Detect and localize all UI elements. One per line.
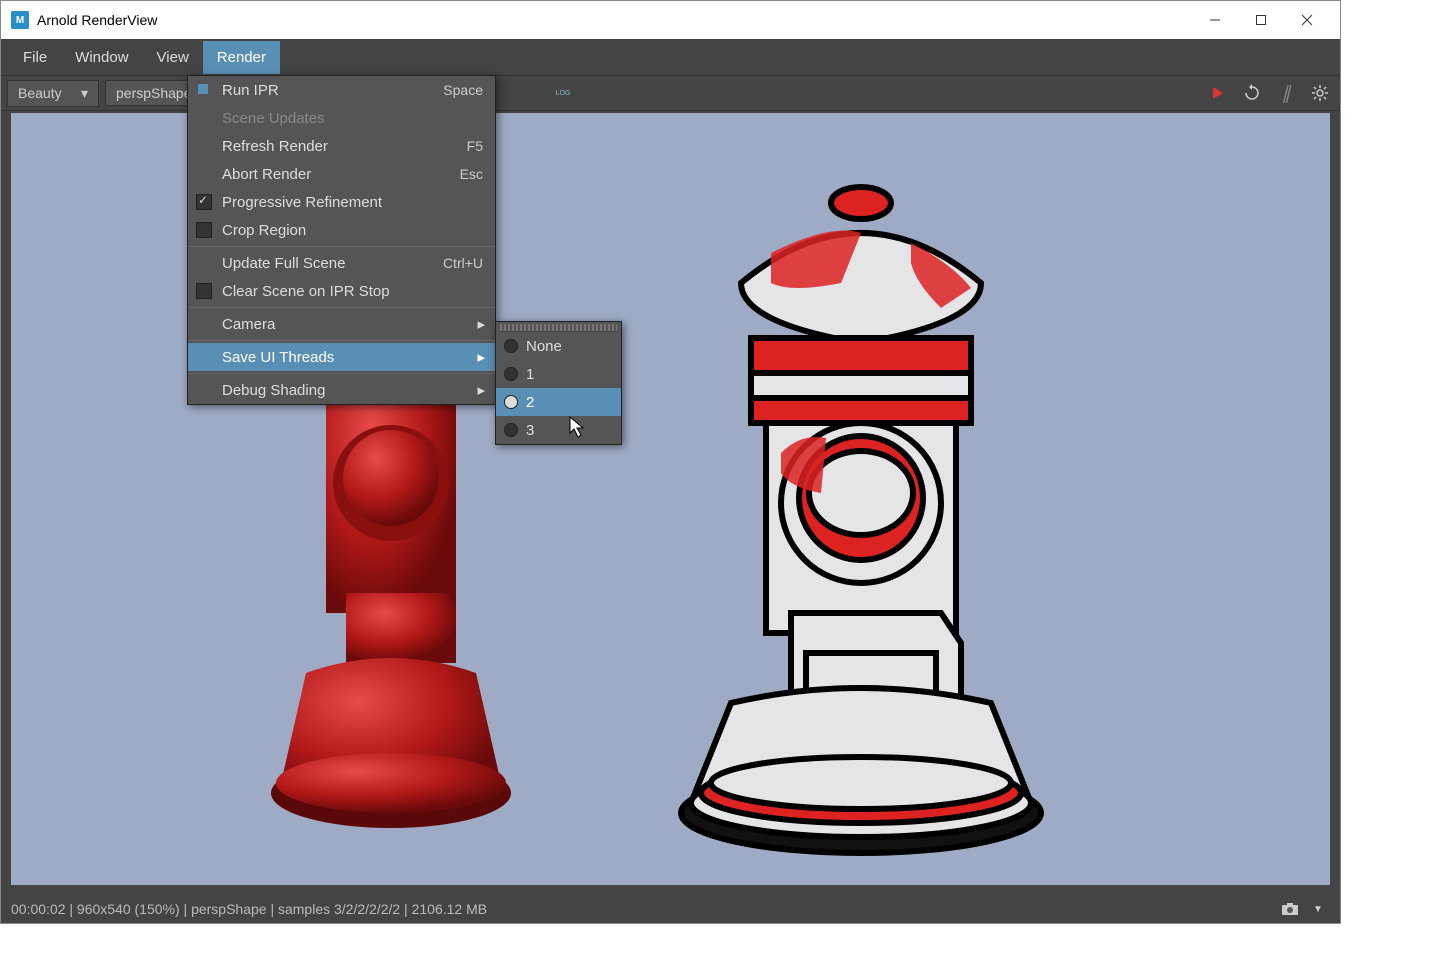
status-text: 00:00:02 | 960x540 (150%) | perspShape |…	[11, 901, 487, 917]
menu-item-shortcut: Ctrl+U	[443, 255, 483, 271]
menu-camera[interactable]: Camera ▸	[188, 310, 495, 338]
menu-separator	[188, 307, 495, 308]
menu-item-label: Scene Updates	[222, 110, 325, 127]
menu-separator	[188, 246, 495, 247]
menu-item-label: Refresh Render	[222, 138, 328, 155]
radio-icon	[504, 395, 518, 409]
app-window: M Arnold RenderView File Window View Ren…	[0, 0, 1341, 924]
gear-icon[interactable]	[1306, 79, 1334, 107]
checkbox-icon	[196, 222, 212, 238]
menu-update-full-scene[interactable]: Update Full Scene Ctrl+U	[188, 249, 495, 277]
chevron-right-icon: ▸	[477, 381, 485, 399]
aov-label: Beauty	[18, 85, 62, 101]
checkbox-icon	[196, 283, 212, 299]
menu-refresh-render[interactable]: Refresh Render F5	[188, 132, 495, 160]
submenu-item-label: 3	[526, 422, 534, 439]
window-title: Arnold RenderView	[37, 12, 1192, 28]
submenu-item-label: None	[526, 338, 562, 355]
menu-item-label: Camera	[222, 316, 275, 333]
debug-icon[interactable]: ∥	[1272, 79, 1300, 107]
refresh-icon[interactable]	[1238, 79, 1266, 107]
chevron-right-icon: ▸	[477, 315, 485, 333]
menu-crop-region[interactable]: Crop Region	[188, 216, 495, 244]
window-controls	[1192, 2, 1330, 38]
checkbox-icon	[196, 194, 212, 210]
titlebar: M Arnold RenderView	[1, 1, 1340, 39]
menu-scene-updates: Scene Updates	[188, 104, 495, 132]
threads-option-1[interactable]: 1	[496, 360, 621, 388]
chevron-down-icon[interactable]: ▼	[1306, 898, 1330, 920]
maximize-button[interactable]	[1238, 2, 1284, 38]
radio-icon	[504, 367, 518, 381]
menu-item-label: Save UI Threads	[222, 349, 334, 366]
threads-option-2[interactable]: 2	[496, 388, 621, 416]
camera-dropdown[interactable]: perspShape	[105, 80, 197, 106]
menu-progressive-refinement[interactable]: Progressive Refinement	[188, 188, 495, 216]
minimize-button[interactable]	[1192, 2, 1238, 38]
menu-item-label: Crop Region	[222, 222, 306, 239]
menu-separator	[188, 373, 495, 374]
menu-save-ui-threads[interactable]: Save UI Threads ▸	[188, 343, 495, 371]
aov-dropdown[interactable]: Beauty ▾	[7, 80, 99, 107]
camera-label: perspShape	[116, 85, 192, 101]
menu-item-label: Progressive Refinement	[222, 194, 382, 211]
menu-window[interactable]: Window	[61, 41, 142, 74]
threads-option-none[interactable]: None	[496, 332, 621, 360]
menubar: File Window View Render	[1, 39, 1340, 75]
chevron-down-icon: ▾	[81, 85, 88, 102]
menu-debug-shading[interactable]: Debug Shading ▸	[188, 376, 495, 404]
menu-file[interactable]: File	[9, 41, 61, 74]
menu-item-label: Update Full Scene	[222, 255, 345, 272]
camera-snap-icon[interactable]	[1278, 898, 1302, 920]
menu-item-label: Run IPR	[222, 82, 279, 99]
submenu-item-label: 2	[526, 394, 534, 411]
menu-clear-scene-on-ipr-stop[interactable]: Clear Scene on IPR Stop	[188, 277, 495, 305]
statusbar: 00:00:02 | 960x540 (150%) | perspShape |…	[1, 895, 1340, 923]
chevron-right-icon: ▸	[477, 348, 485, 366]
render-dropdown-menu: Run IPR Space Scene Updates Refresh Rend…	[187, 75, 496, 405]
menu-item-shortcut: Esc	[460, 166, 483, 182]
app-icon: M	[11, 11, 29, 29]
submenu-grip[interactable]	[500, 324, 617, 332]
menu-item-label: Clear Scene on IPR Stop	[222, 283, 390, 300]
render-object-right	[651, 143, 1071, 873]
menu-view[interactable]: View	[143, 41, 203, 74]
log-icon[interactable]: LOG	[549, 79, 577, 107]
menu-separator	[188, 340, 495, 341]
save-ui-threads-submenu: None 1 2 3	[495, 321, 622, 445]
radio-icon	[504, 339, 518, 353]
menu-run-ipr[interactable]: Run IPR Space	[188, 76, 495, 104]
menu-item-shortcut: Space	[443, 82, 483, 98]
menu-item-label: Abort Render	[222, 166, 311, 183]
menu-item-shortcut: F5	[467, 138, 483, 154]
submenu-item-label: 1	[526, 366, 534, 383]
menu-render[interactable]: Render	[203, 41, 280, 74]
threads-option-3[interactable]: 3	[496, 416, 621, 444]
play-icon[interactable]	[1204, 79, 1232, 107]
menu-item-label: Debug Shading	[222, 382, 325, 399]
menu-abort-render[interactable]: Abort Render Esc	[188, 160, 495, 188]
close-button[interactable]	[1284, 2, 1330, 38]
radio-icon	[504, 423, 518, 437]
run-icon	[196, 82, 212, 98]
